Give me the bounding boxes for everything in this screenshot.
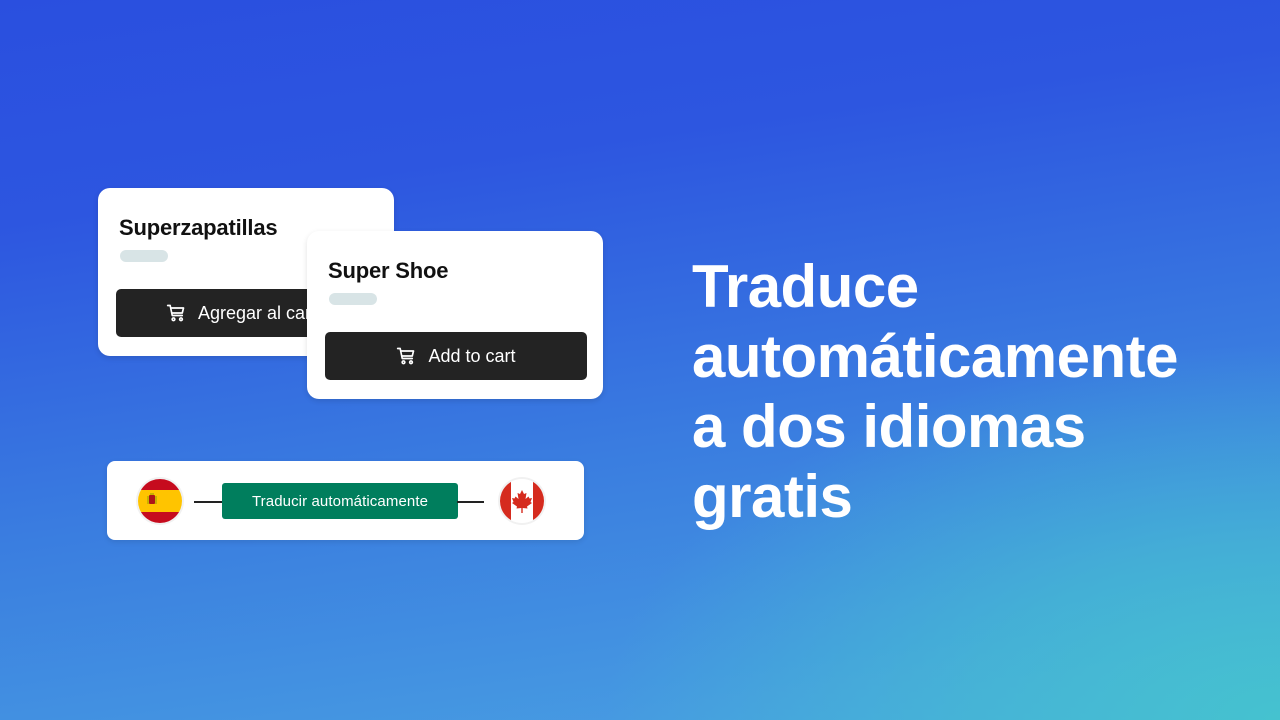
headline-line-2: automáticamente [692,323,1178,390]
product-card-english: Super Shoe Add to cart [307,231,603,399]
spain-flag-icon [138,479,182,523]
headline-line-3: a dos idiomas [692,393,1086,460]
connector-line [457,501,484,503]
canada-flag-icon [500,479,544,523]
product-title: Super Shoe [328,258,449,283]
headline: Traduce automáticamente a dos idiomas gr… [692,252,1178,532]
cart-icon [166,304,185,322]
cart-icon [397,347,415,365]
product-title: Superzapatillas [119,215,278,240]
headline-line-1: Traduce [692,253,919,320]
connector-line [194,501,224,503]
add-to-cart-label: Add to cart [428,345,516,366]
price-placeholder [120,250,168,262]
price-placeholder [329,293,377,305]
auto-translate-panel: Traducir automáticamente [107,461,584,540]
auto-translate-button[interactable]: Traducir automáticamente [222,483,458,519]
add-to-cart-button-english[interactable]: Add to cart [325,332,587,380]
headline-line-4: gratis [692,463,853,530]
